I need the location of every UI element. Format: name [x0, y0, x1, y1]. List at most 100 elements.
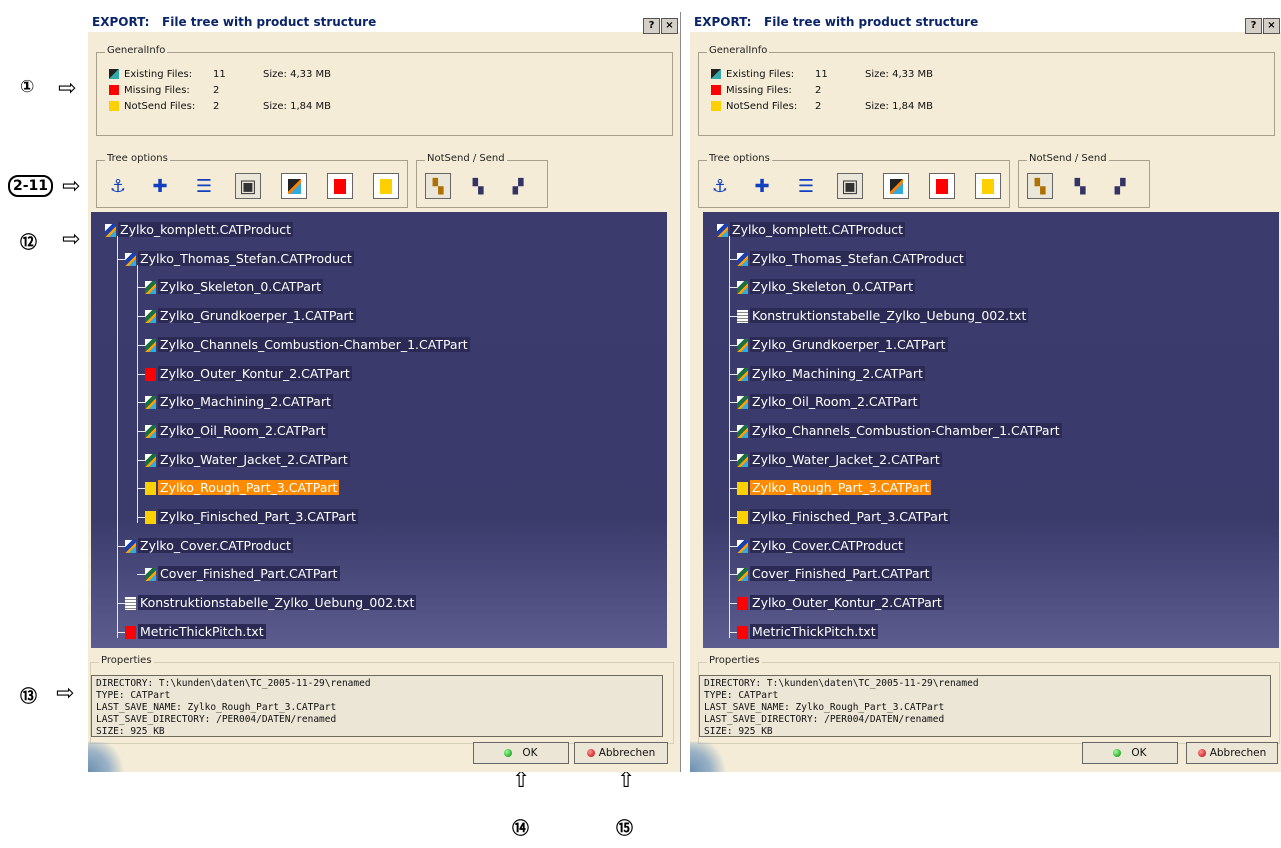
close-button[interactable]: ×: [661, 18, 678, 34]
tree-node-label: Zylko_Thomas_Stefan.CATProduct: [750, 250, 966, 266]
tree-node[interactable]: Zylko_Cover.CATProduct: [737, 536, 905, 556]
tree-branch: [729, 488, 737, 490]
tree-node-label: Zylko_Oil_Room_2.CATPart: [750, 394, 920, 410]
notsend-files-size: Size: 1,84 MB: [263, 101, 332, 112]
tree-node[interactable]: Zylko_Oil_Room_2.CATPart: [145, 421, 328, 441]
anchor-icon[interactable]: ⚓: [105, 174, 131, 200]
tree-node[interactable]: Zylko_Water_Jacket_2.CATPart: [737, 450, 942, 470]
notsend-send-group: NotSend / Send ▚ ▚ ▞: [416, 153, 548, 208]
properties-box: DIRECTORY: T:\kunden\daten\TC_2005-11-29…: [91, 675, 663, 737]
ok-label: OK: [1131, 747, 1147, 759]
missing-files-icon[interactable]: [327, 173, 353, 199]
tree-node[interactable]: Zylko_Finisched_Part_3.CATPart: [145, 507, 358, 527]
tree-branch: [729, 402, 737, 404]
tree-node[interactable]: Zylko_Rough_Part_3.CATPart: [145, 478, 340, 498]
expand-all-icon[interactable]: ✚: [749, 174, 775, 200]
tree-node[interactable]: Zylko_komplett.CATProduct: [105, 220, 294, 240]
missing-files-count: 2: [213, 85, 220, 96]
notsend-files-icon: [109, 101, 119, 111]
existing-files-size: Size: 4,33 MB: [865, 69, 934, 80]
help-button[interactable]: ?: [1245, 18, 1262, 34]
tree-node[interactable]: Zylko_Grundkoerper_1.CATPart: [145, 306, 356, 326]
cancel-button[interactable]: Abbrechen: [574, 742, 668, 764]
callout-14: ⑭: [512, 819, 529, 839]
existing-files-icon[interactable]: [281, 173, 307, 199]
properties-label: Properties: [99, 655, 154, 666]
3d-view-icon[interactable]: ▣: [837, 173, 863, 199]
tree-node[interactable]: Zylko_Machining_2.CATPart: [737, 364, 925, 384]
missing-file-icon: [145, 367, 156, 381]
existing-files-size: Size: 4,33 MB: [263, 69, 332, 80]
tree-node[interactable]: Zylko_Finisched_Part_3.CATPart: [737, 507, 950, 527]
3d-view-icon[interactable]: ▣: [235, 173, 261, 199]
existing-files-icon[interactable]: [883, 173, 909, 199]
tree-node-label: Zylko_komplett.CATProduct: [118, 222, 294, 237]
missing-files-label: Missing Files:: [726, 85, 792, 96]
tree-node[interactable]: Zylko_komplett.CATProduct: [717, 220, 906, 240]
title-bar: EXPORT: File tree with product structure…: [690, 12, 1281, 34]
tree-node[interactable]: Zylko_Water_Jacket_2.CATPart: [145, 450, 350, 470]
expand-all-icon[interactable]: ✚: [147, 174, 173, 200]
tree-node[interactable]: Zylko_Rough_Part_3.CATPart: [737, 478, 932, 498]
tree-node[interactable]: Zylko_Cover.CATProduct: [125, 536, 293, 556]
tree-node-label: Zylko_Outer_Kontur_2.CATPart: [750, 595, 944, 611]
tree-node[interactable]: Zylko_Skeleton_0.CATPart: [145, 277, 323, 297]
title-text: File tree with product structure: [162, 15, 377, 29]
tree-node[interactable]: Konstruktionstabelle_Zylko_Uebung_002.tx…: [125, 593, 417, 613]
prop-directory: DIRECTORY: T:\kunden\daten\TC_2005-11-29…: [704, 678, 979, 689]
tree-node[interactable]: Zylko_Grundkoerper_1.CATPart: [737, 335, 948, 355]
notsend-files-icon[interactable]: [373, 173, 399, 199]
tree-node[interactable]: Zylko_Thomas_Stefan.CATProduct: [125, 249, 354, 269]
tree-node[interactable]: Zylko_Outer_Kontur_2.CATPart: [145, 364, 352, 384]
tree-node[interactable]: Zylko_Channels_Combustion-Chamber_1.CATP…: [145, 335, 470, 355]
toggle-send-icon[interactable]: ▞: [505, 174, 531, 200]
tree-node[interactable]: Zylko_Machining_2.CATPart: [145, 392, 333, 412]
file-tree[interactable]: Zylko_komplett.CATProduct Zylko_Thomas_St…: [703, 212, 1279, 648]
cancel-button[interactable]: Abbrechen: [1186, 742, 1278, 764]
ok-button[interactable]: OK: [1082, 742, 1178, 764]
tree-node-label: Zylko_Grundkoerper_1.CATPart: [750, 336, 948, 352]
send-icon[interactable]: ▚: [465, 174, 491, 200]
tree-node[interactable]: Zylko_Thomas_Stefan.CATProduct: [737, 249, 966, 269]
tree-options-group: Tree options ⚓ ✚ ☰ ▣: [698, 153, 1010, 208]
toggle-send-icon[interactable]: ▞: [1107, 174, 1133, 200]
tree-node[interactable]: Cover_Finished_Part.CATPart: [737, 564, 932, 584]
tree-node[interactable]: Konstruktionstabelle_Zylko_Uebung_002.tx…: [737, 306, 1029, 326]
collapse-all-icon[interactable]: ☰: [191, 174, 217, 200]
help-button[interactable]: ?: [643, 18, 660, 34]
notsend-file-icon: [145, 511, 156, 524]
notsend-icon[interactable]: ▚: [1027, 173, 1053, 199]
general-info-group: GeneralInfo Existing Files: 11 Size: 4,3…: [698, 45, 1275, 136]
tree-branch: [729, 287, 737, 289]
notsend-file-icon: [737, 482, 748, 496]
file-tree[interactable]: Zylko_komplett.CATProduct Zylko_Thomas_St…: [91, 212, 667, 648]
tree-node[interactable]: MetricThickPitch.txt: [125, 622, 266, 642]
tree-branch: [137, 373, 145, 375]
tree-node[interactable]: Cover_Finished_Part.CATPart: [145, 564, 340, 584]
send-icon[interactable]: ▚: [1067, 174, 1093, 200]
tree-node[interactable]: Zylko_Oil_Room_2.CATPart: [737, 392, 920, 412]
tree-branch: [137, 287, 145, 289]
prop-last-save-directory: LAST_SAVE_DIRECTORY: /PER004/DATEN/renam…: [96, 714, 337, 725]
notsend-icon[interactable]: ▚: [425, 173, 451, 199]
tree-branch: [729, 517, 737, 518]
text-file-icon: [737, 310, 748, 324]
ok-button[interactable]: OK: [473, 742, 569, 764]
close-button[interactable]: ×: [1263, 18, 1280, 34]
tree-branch: [729, 574, 737, 576]
tree-node-label: Zylko_Cover.CATProduct: [750, 537, 905, 553]
collapse-all-icon[interactable]: ☰: [793, 174, 819, 200]
notsend-files-icon[interactable]: [975, 173, 1001, 199]
tree-node[interactable]: Zylko_Outer_Kontur_2.CATPart: [737, 593, 944, 613]
missing-files-icon[interactable]: [929, 173, 955, 199]
tree-node[interactable]: MetricThickPitch.txt: [737, 622, 878, 642]
tree-node[interactable]: Zylko_Channels_Combustion-Chamber_1.CATP…: [737, 421, 1062, 441]
anchor-icon[interactable]: ⚓: [707, 174, 733, 200]
product-file-icon: [737, 539, 748, 553]
tree-node[interactable]: Zylko_Skeleton_0.CATPart: [737, 277, 915, 297]
tree-line: [137, 264, 138, 523]
arrow-12: ⇨: [62, 227, 81, 252]
tree-node-label: Zylko_komplett.CATProduct: [730, 222, 906, 237]
general-info-group: GeneralInfo Existing Files: 11 Size: 4,3…: [96, 45, 673, 136]
tree-node-label: Zylko_Cover.CATProduct: [138, 537, 293, 553]
